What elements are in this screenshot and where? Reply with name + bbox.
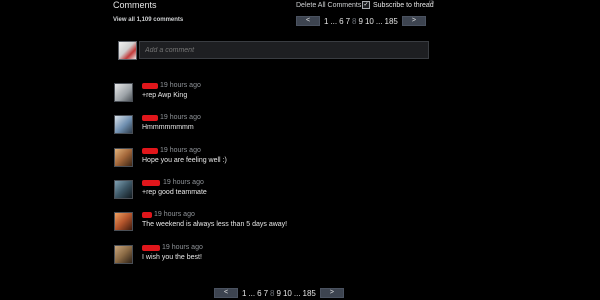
comment-text: +rep good teammate — [142, 189, 207, 196]
comment-timestamp: 19 hours ago — [160, 114, 201, 121]
comment-text: +rep Awp King — [142, 92, 188, 99]
commenter-avatar[interactable] — [114, 83, 133, 102]
delete-all-comments-link[interactable]: Delete All Comments — [296, 2, 361, 9]
commenter-name-redacted[interactable] — [142, 180, 160, 186]
page-link-6[interactable]: 6 — [339, 17, 343, 26]
page-link-last[interactable]: 185 — [385, 17, 398, 26]
page-link-10[interactable]: 10 — [283, 289, 292, 298]
comment-item: 19 hours ago Hope you are feeling well :… — [114, 147, 434, 170]
comment-text: Hmmmmmmmm — [142, 124, 194, 131]
commenter-avatar[interactable] — [114, 180, 133, 199]
page-ellipsis: ... — [248, 288, 256, 298]
commenter-name-redacted[interactable] — [142, 148, 158, 154]
page-link-9[interactable]: 9 — [276, 289, 280, 298]
commenter-name-redacted[interactable] — [142, 83, 158, 89]
commenter-avatar[interactable] — [114, 115, 133, 134]
commenter-name-redacted[interactable] — [142, 245, 160, 251]
comment-timestamp: 19 hours ago — [163, 179, 204, 186]
commenter-avatar[interactable] — [114, 212, 133, 231]
help-icon[interactable]: (?) — [429, 0, 434, 4]
commenter-avatar[interactable] — [114, 148, 133, 167]
comment-text: The weekend is always less than 5 days a… — [142, 221, 288, 228]
comment-item: 19 hours ago +rep Awp King — [114, 82, 434, 105]
next-page-button[interactable]: > — [319, 288, 344, 298]
page-current: 8 — [352, 16, 357, 26]
subscribe-label: Subscribe to thread — [373, 1, 434, 9]
commenter-avatar[interactable] — [114, 245, 133, 264]
page-current: 8 — [270, 288, 275, 298]
page-link-last[interactable]: 185 — [303, 289, 316, 298]
page-ellipsis: ... — [375, 16, 383, 26]
user-avatar — [118, 41, 137, 60]
subscribe-checkbox[interactable]: ✓ — [362, 1, 370, 9]
page-links: 1 ... 6 7 8 9 10 ... 185 — [324, 17, 398, 26]
comments-page: Comments View all 1,109 comments Delete … — [0, 0, 600, 300]
next-page-button[interactable]: > — [401, 16, 426, 26]
page-link-10[interactable]: 10 — [365, 17, 374, 26]
pagination-bottom: < 1 ... 6 7 8 9 10 ... 185 > — [214, 288, 344, 298]
commenter-name-redacted[interactable] — [142, 212, 152, 218]
comments-title: Comments — [113, 0, 157, 10]
comment-text: Hope you are feeling well :) — [142, 157, 227, 164]
page-ellipsis: ... — [330, 16, 338, 26]
page-link-1[interactable]: 1 — [242, 289, 246, 298]
page-links: 1 ... 6 7 8 9 10 ... 185 — [242, 289, 316, 298]
page-link-7[interactable]: 7 — [346, 17, 350, 26]
page-link-6[interactable]: 6 — [257, 289, 261, 298]
comment-timestamp: 19 hours ago — [162, 244, 203, 251]
comment-item: 19 hours ago I wish you the best! — [114, 244, 434, 267]
comment-item: 19 hours ago The weekend is always less … — [114, 211, 434, 234]
add-comment-input[interactable] — [139, 41, 429, 59]
comment-timestamp: 19 hours ago — [160, 82, 201, 89]
page-link-9[interactable]: 9 — [358, 17, 362, 26]
comment-item: 19 hours ago +rep good teammate — [114, 179, 434, 202]
comment-item: 19 hours ago Hmmmmmmmm — [114, 114, 434, 137]
comment-text: I wish you the best! — [142, 254, 202, 261]
page-ellipsis: ... — [293, 288, 301, 298]
prev-page-button[interactable]: < — [296, 16, 320, 26]
comment-timestamp: 19 hours ago — [154, 211, 195, 218]
view-all-comments-link[interactable]: View all 1,109 comments — [113, 17, 183, 23]
commenter-name-redacted[interactable] — [142, 115, 158, 121]
prev-page-button[interactable]: < — [214, 288, 238, 298]
subscribe-toggle[interactable]: ✓ Subscribe to thread — [362, 1, 434, 9]
page-link-7[interactable]: 7 — [264, 289, 268, 298]
comment-timestamp: 19 hours ago — [160, 147, 201, 154]
page-link-1[interactable]: 1 — [324, 17, 328, 26]
pagination-top: < 1 ... 6 7 8 9 10 ... 185 > — [296, 16, 426, 26]
